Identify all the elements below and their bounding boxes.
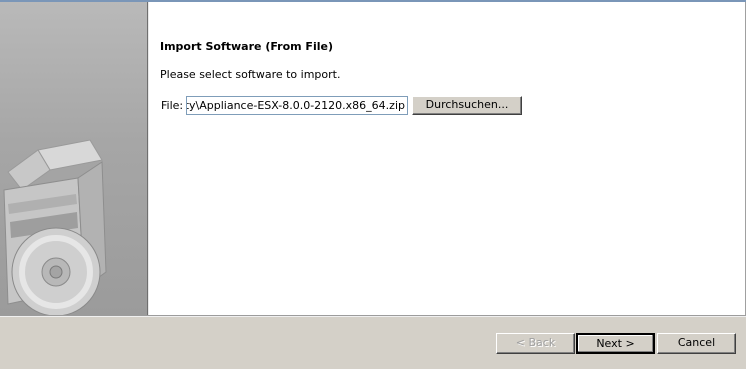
next-button[interactable]: Next > (576, 333, 655, 354)
cancel-button[interactable]: Cancel (657, 333, 736, 354)
wizard-content: Import Software (From File) Please selec… (149, 2, 746, 315)
back-button[interactable]: < Back (496, 333, 575, 354)
footer-separator-highlight (0, 316, 746, 317)
software-box-cd-icon (3, 139, 107, 315)
wizard-side-panel (0, 2, 147, 315)
page-title: Import Software (From File) (160, 40, 333, 53)
file-label: File: (161, 99, 184, 112)
file-path-value: ecurity\Appliance-ESX-8.0.0-2120.x86_64.… (186, 99, 405, 112)
browse-button[interactable]: Durchsuchen... (412, 96, 522, 115)
instruction-text: Please select software to import. (160, 68, 341, 81)
file-path-input[interactable]: ecurity\Appliance-ESX-8.0.0-2120.x86_64.… (186, 96, 408, 115)
